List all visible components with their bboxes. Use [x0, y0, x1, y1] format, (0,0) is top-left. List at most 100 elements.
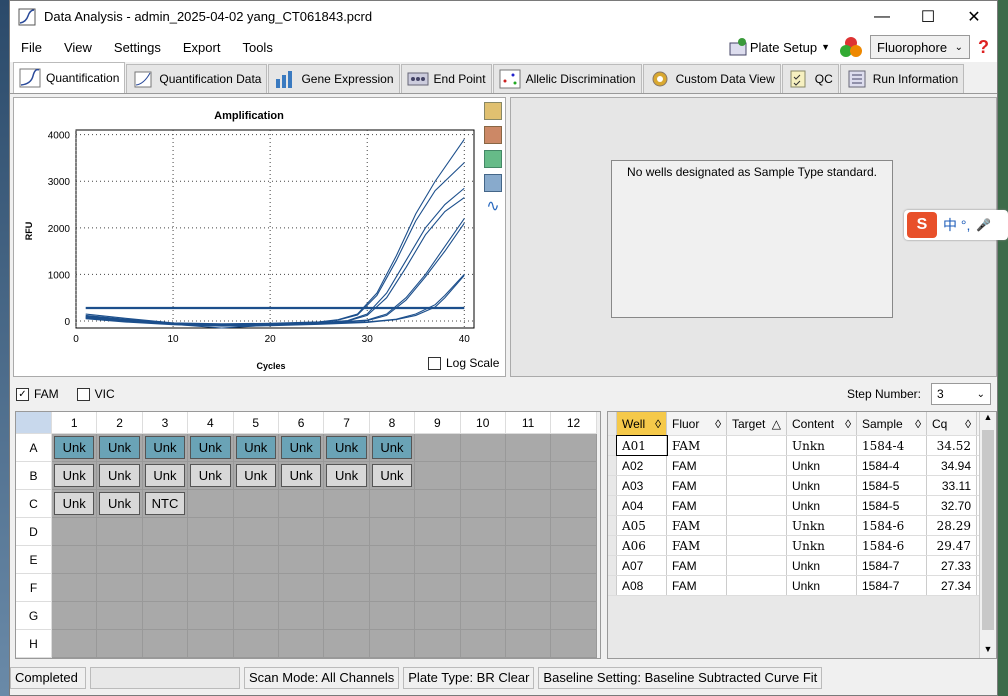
tab-allelic-discrimination[interactable]: Allelic Discrimination — [492, 64, 642, 93]
plate-well[interactable] — [324, 574, 370, 602]
plate-well[interactable]: Unk — [324, 462, 370, 490]
table-cell[interactable]: A07 — [617, 556, 667, 575]
plate-well[interactable]: Unk — [188, 434, 234, 462]
column-header-fluor[interactable]: Fluor ◊ — [667, 412, 727, 435]
table-cell[interactable]: 33.11 — [927, 476, 977, 495]
plate-well[interactable]: Unk — [52, 490, 98, 518]
plate-well[interactable] — [505, 490, 552, 518]
scroll-up-icon[interactable]: ▲ — [980, 412, 996, 428]
column-header-cq[interactable]: Cq ◊ — [927, 412, 977, 435]
plate-well[interactable] — [415, 490, 461, 518]
plate-well[interactable] — [233, 546, 279, 574]
row-header[interactable]: C — [16, 490, 52, 518]
column-header[interactable]: 1 — [52, 412, 98, 434]
plate-well[interactable] — [324, 518, 370, 546]
vic-checkbox[interactable] — [76, 387, 90, 401]
table-cell[interactable]: Unkn — [787, 516, 857, 535]
plate-well[interactable] — [505, 518, 552, 546]
copy-icon[interactable] — [484, 102, 502, 120]
export-chart-icon[interactable] — [484, 150, 502, 168]
help-icon[interactable]: ? — [978, 37, 989, 58]
plate-well[interactable] — [460, 518, 506, 546]
plate-well[interactable] — [369, 630, 416, 658]
table-cell[interactable]: Unkn — [787, 536, 857, 555]
plate-well[interactable] — [188, 546, 234, 574]
row-selector[interactable] — [608, 456, 617, 475]
row-selector[interactable] — [608, 576, 617, 595]
ime-toolbar[interactable]: S 中 °, 🎤 — [904, 210, 1008, 240]
plate-well[interactable] — [52, 546, 98, 574]
table-cell[interactable]: A04 — [617, 496, 667, 515]
column-header[interactable]: 11 — [505, 412, 552, 434]
plate-well[interactable] — [505, 602, 552, 630]
plate-well[interactable]: Unk — [278, 434, 325, 462]
plate-well[interactable]: Unk — [97, 434, 143, 462]
table-cell[interactable]: FAM — [667, 576, 727, 595]
table-cell[interactable]: A06 — [617, 536, 667, 555]
step-number-select[interactable]: 3 ⌄ — [931, 383, 991, 405]
table-cell[interactable]: Unkn — [787, 556, 857, 575]
tab-quantification[interactable]: Quantification — [13, 62, 126, 93]
table-cell[interactable]: A02 — [617, 456, 667, 475]
sort-icon[interactable]: ◊ — [965, 417, 971, 431]
column-header[interactable]: 4 — [188, 412, 234, 434]
table-cell[interactable]: 29.47 — [927, 536, 977, 555]
plate-well[interactable] — [551, 546, 597, 574]
table-row[interactable]: A04 FAM Unkn 1584-5 32.70 — [608, 496, 996, 516]
plate-well[interactable] — [369, 546, 416, 574]
plate-well[interactable] — [460, 546, 506, 574]
plate-well[interactable] — [97, 602, 143, 630]
plate-well[interactable] — [505, 434, 552, 462]
table-cell[interactable] — [727, 476, 787, 495]
plate-well[interactable] — [278, 490, 325, 518]
table-cell[interactable] — [727, 456, 787, 475]
table-row[interactable]: A02 FAM Unkn 1584-4 34.94 — [608, 456, 996, 476]
table-row[interactable]: A06 FAM Unkn 1584-6 29.47 — [608, 536, 996, 556]
table-cell[interactable]: 27.33 — [927, 556, 977, 575]
table-cell[interactable]: 1584-6 — [857, 516, 927, 535]
plate-well[interactable]: Unk — [233, 462, 279, 490]
plate-well[interactable] — [369, 574, 416, 602]
plate-well[interactable]: Unk — [324, 434, 370, 462]
curve-fit-icon[interactable]: ∿ — [484, 198, 502, 216]
table-cell[interactable]: Unkn — [787, 436, 857, 455]
plate-well[interactable]: Unk — [369, 462, 416, 490]
close-button[interactable]: ✕ — [951, 1, 997, 32]
sort-icon[interactable]: △ — [772, 417, 781, 431]
table-cell[interactable] — [727, 436, 787, 455]
plate-well[interactable] — [369, 490, 416, 518]
plate-well[interactable]: NTC — [142, 490, 189, 518]
table-cell[interactable]: A01 — [616, 435, 668, 456]
plate-well[interactable] — [52, 602, 98, 630]
row-header[interactable]: G — [16, 602, 52, 630]
column-header[interactable]: 3 — [142, 412, 189, 434]
plate-well[interactable] — [52, 574, 98, 602]
log-scale-toggle[interactable]: Log Scale — [428, 356, 499, 370]
table-cell[interactable]: Unkn — [787, 456, 857, 475]
minimize-button[interactable]: — — [859, 1, 905, 32]
plate-well[interactable] — [97, 546, 143, 574]
sort-icon[interactable]: ◊ — [915, 417, 921, 431]
table-cell[interactable]: 1584-5 — [857, 496, 927, 515]
table-cell[interactable] — [727, 576, 787, 595]
plate-well[interactable] — [278, 602, 325, 630]
plate-well[interactable] — [142, 630, 189, 658]
plate-well[interactable]: Unk — [97, 490, 143, 518]
tab-quantification-data[interactable]: Quantification Data — [126, 64, 268, 93]
plate-well[interactable] — [278, 518, 325, 546]
plate-well[interactable]: Unk — [97, 462, 143, 490]
table-cell[interactable]: FAM — [667, 556, 727, 575]
plate-well[interactable] — [551, 462, 597, 490]
plate-well[interactable] — [415, 462, 461, 490]
table-cell[interactable]: 1584-6 — [857, 536, 927, 555]
fluorophore-select[interactable]: Fluorophore ⌄ — [870, 35, 970, 59]
table-cell[interactable]: 1584-4 — [857, 436, 927, 455]
plate-well[interactable] — [415, 546, 461, 574]
plate-well[interactable]: Unk — [142, 462, 189, 490]
plate-well[interactable] — [142, 546, 189, 574]
column-header[interactable]: 6 — [278, 412, 325, 434]
plate-well[interactable] — [188, 490, 234, 518]
zoom-chart-icon[interactable] — [484, 174, 502, 192]
plate-well[interactable] — [415, 630, 461, 658]
plate-well[interactable] — [369, 518, 416, 546]
